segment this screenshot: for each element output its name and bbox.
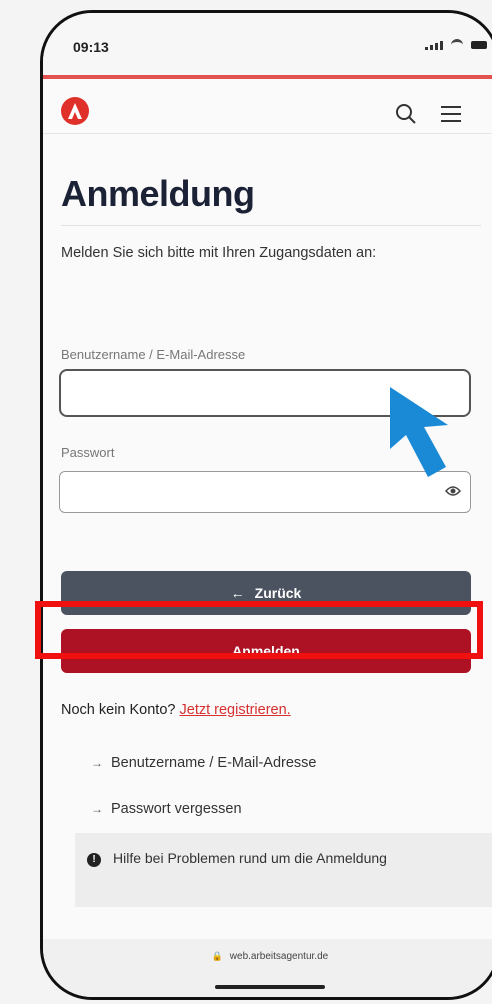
battery-icon (471, 40, 487, 49)
forgot-username-label: Benutzername / E-Mail-Adresse (111, 755, 317, 771)
arrow-right-icon: → (91, 802, 103, 816)
home-indicator[interactable] (215, 985, 325, 989)
intro-text: Melden Sie sich bitte mit Ihren Zugangsd… (61, 245, 377, 261)
title-divider (61, 225, 481, 226)
info-icon: ! (87, 853, 101, 867)
register-prompt: Noch kein Konto? (61, 702, 176, 718)
password-label: Passwort (61, 445, 115, 460)
signal-icon (425, 40, 443, 50)
search-icon[interactable] (395, 103, 417, 125)
register-line: Noch kein Konto? Jetzt registrieren. (61, 702, 291, 718)
help-text: Hilfe bei Problemen rund um die Anmeldun… (113, 850, 387, 866)
menu-icon[interactable] (441, 105, 461, 123)
forgot-username-link[interactable]: → Benutzername / E-Mail-Adresse (91, 755, 317, 771)
back-button[interactable]: ← Zurück (61, 571, 471, 615)
back-button-label: Zurück (254, 585, 302, 601)
arrow-right-icon: → (91, 756, 103, 770)
page-title: Anmeldung (61, 173, 255, 214)
status-icons (425, 39, 487, 50)
app-header (43, 79, 492, 134)
logo-icon[interactable] (61, 97, 89, 125)
wifi-icon (451, 39, 463, 50)
status-bar: 09:13 (43, 13, 492, 79)
status-time: 09:13 (73, 39, 109, 55)
url-text: web.arbeitsagentur.de (229, 951, 329, 962)
login-button-label: Anmelden (232, 643, 300, 659)
browser-bottom-bar: 🔒 web.arbeitsagentur.de (43, 939, 492, 997)
arrow-left-icon: ← (230, 585, 245, 601)
login-button[interactable]: Anmelden (61, 629, 471, 673)
forgot-password-label: Passwort vergessen (111, 801, 242, 817)
pointer-cursor-icon (390, 387, 448, 477)
register-link[interactable]: Jetzt registrieren. (180, 702, 291, 718)
help-box[interactable]: ! Hilfe bei Problemen rund um die Anmeld… (75, 833, 492, 907)
phone-frame: 09:13 Anmeldung Melden Sie sich bitte mi… (40, 10, 492, 1000)
lock-icon: 🔒 (211, 951, 224, 961)
url-bar[interactable]: 🔒 web.arbeitsagentur.de (43, 951, 492, 962)
show-password-icon[interactable] (445, 485, 461, 497)
username-label: Benutzername / E-Mail-Adresse (61, 347, 246, 362)
forgot-password-link[interactable]: → Passwort vergessen (91, 801, 242, 817)
